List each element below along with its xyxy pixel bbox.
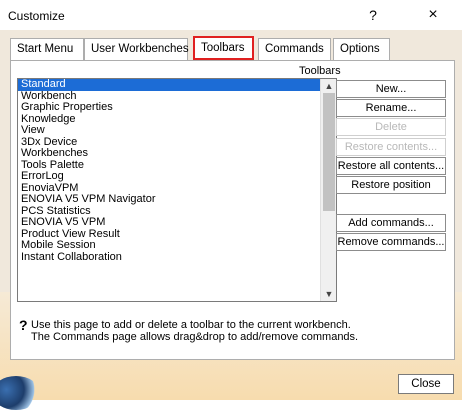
tab-user-workbenches[interactable]: User Workbenches <box>84 38 189 60</box>
title-bar: Customize ? × <box>0 0 462 30</box>
delete-button[interactable]: Delete <box>336 118 446 136</box>
toolbars-list-label: Toolbars <box>299 65 341 77</box>
tab-start-menu[interactable]: Start Menu <box>10 38 84 60</box>
help-icon[interactable]: ? <box>360 4 386 26</box>
restore-contents-button[interactable]: Restore contents... <box>336 138 446 156</box>
list-item[interactable]: ENOVIA V5 VPM <box>18 216 321 229</box>
list-item[interactable]: Instant Collaboration <box>18 251 321 264</box>
rename-button[interactable]: Rename... <box>336 99 446 117</box>
help-text-line-1: Use this page to add or delete a toolbar… <box>31 319 351 331</box>
decorative-logo-art <box>0 376 40 410</box>
list-item[interactable]: Graphic Properties <box>18 101 321 114</box>
question-mark-icon: ? <box>19 317 28 333</box>
close-icon[interactable]: × <box>420 4 446 26</box>
list-item[interactable]: Standard <box>18 79 321 91</box>
scroll-thumb[interactable] <box>323 93 335 211</box>
list-scrollbar[interactable]: ▲ ▼ <box>320 79 336 301</box>
scroll-down-icon[interactable]: ▼ <box>321 287 336 301</box>
toolbars-panel: Toolbars Standard Workbench Graphic Proper… <box>10 60 455 360</box>
list-item[interactable]: ErrorLog <box>18 170 321 183</box>
tab-commands[interactable]: Commands <box>258 38 331 60</box>
help-text-line-2: The Commands page allows drag&drop to ad… <box>31 331 359 343</box>
window-title: Customize <box>8 9 65 23</box>
list-item[interactable]: Mobile Session <box>18 239 321 252</box>
new-button[interactable]: New... <box>336 80 446 98</box>
toolbars-list-items: Standard Workbench Graphic Properties Knowl… <box>18 79 321 263</box>
remove-commands-button[interactable]: Remove commands... <box>336 233 446 251</box>
list-item[interactable]: Knowledge <box>18 113 321 126</box>
close-button[interactable]: Close <box>398 374 454 394</box>
restore-position-button[interactable]: Restore position <box>336 176 446 194</box>
restore-all-contents-button[interactable]: Restore all contents... <box>336 157 446 175</box>
list-item[interactable]: Workbenches <box>18 147 321 160</box>
list-item[interactable]: View <box>18 124 321 137</box>
scroll-up-icon[interactable]: ▲ <box>321 79 336 93</box>
tab-toolbars[interactable]: Toolbars <box>193 36 254 60</box>
list-item[interactable]: ENOVIA V5 VPM Navigator <box>18 193 321 206</box>
tab-options[interactable]: Options <box>333 38 390 60</box>
add-commands-button[interactable]: Add commands... <box>336 214 446 232</box>
toolbars-listbox[interactable]: Standard Workbench Graphic Properties Knowl… <box>17 78 337 302</box>
